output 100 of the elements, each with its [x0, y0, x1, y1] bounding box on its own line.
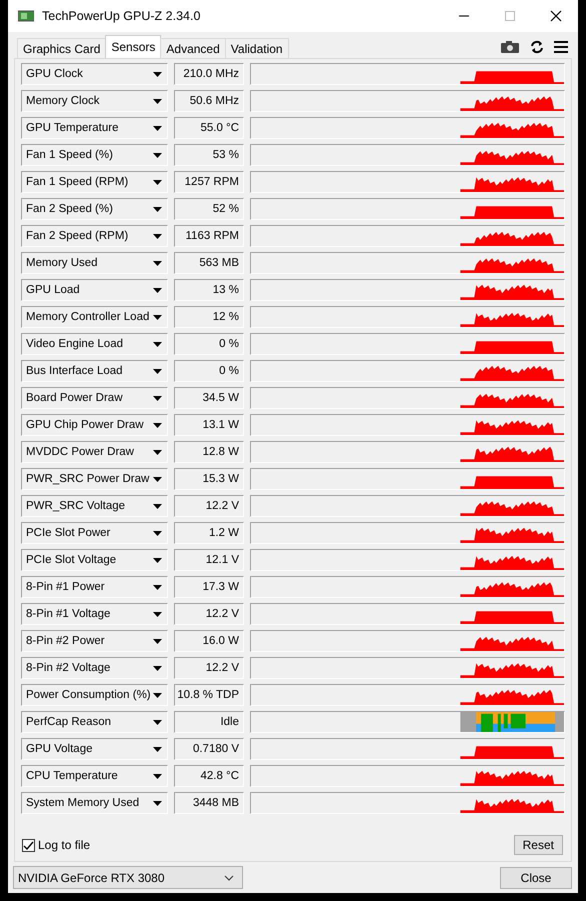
checkbox[interactable]	[22, 838, 35, 852]
sensor-value: 12 %	[174, 306, 244, 328]
sensor-dropdown[interactable]: PerfCap Reason	[21, 711, 168, 733]
sensor-value: 0 %	[174, 333, 244, 355]
caret-icon	[153, 314, 162, 320]
caret-icon	[153, 476, 162, 482]
sensor-dropdown[interactable]: PWR_SRC Voltage	[21, 495, 168, 517]
caret-icon	[153, 666, 162, 670]
sensor-value: 16.0 W	[174, 630, 244, 652]
caret-icon	[153, 720, 162, 724]
sensor-dropdown[interactable]: 8-Pin #2 Power	[21, 630, 168, 652]
sensor-value: 12.2 V	[174, 495, 244, 517]
sensor-dropdown[interactable]: Memory Clock	[21, 90, 168, 112]
caret-icon	[153, 180, 162, 184]
sensor-value: 34.5 W	[174, 387, 244, 409]
sensor-value: 55.0 °C	[174, 117, 244, 139]
sensor-dropdown[interactable]: PWR_SRC Power Draw	[21, 468, 168, 490]
caret-icon	[153, 396, 162, 400]
sensor-dropdown[interactable]: Bus Interface Load	[21, 360, 168, 382]
sensor-dropdown[interactable]: Board Power Draw	[21, 387, 168, 409]
tab[interactable]: Graphics Card	[17, 38, 106, 58]
menu-icon[interactable]	[554, 41, 568, 53]
close-icon[interactable]	[550, 10, 562, 22]
sensor-value: 1163 RPM	[174, 225, 244, 247]
sensor-dropdown[interactable]: GPU Load	[21, 279, 168, 301]
graphics-card-icon	[18, 10, 34, 22]
sensor-value: 563 MB	[174, 252, 244, 274]
sensor-value: 52 %	[174, 198, 244, 220]
sensor-dropdown[interactable]: GPU Chip Power Draw	[21, 414, 168, 436]
tab[interactable]: Advanced	[160, 38, 226, 58]
sensor-dropdown[interactable]: 8-Pin #1 Power	[21, 576, 168, 598]
caret-icon	[153, 612, 162, 616]
caret-icon	[153, 98, 162, 104]
sensor-value: 12.2 V	[174, 603, 244, 625]
sensor-dropdown[interactable]: Memory Controller Load	[21, 306, 168, 328]
camera-icon[interactable]	[500, 40, 520, 54]
sensor-value: 13.1 W	[174, 414, 244, 436]
log-to-file-checkbox[interactable]: Log to file	[22, 838, 90, 852]
sensor-dropdown[interactable]: CPU Temperature	[21, 765, 168, 787]
tab[interactable]: Sensors	[105, 35, 162, 58]
sensor-value: 210.0 MHz	[174, 63, 244, 85]
caret-icon	[153, 530, 162, 536]
sensor-dropdown[interactable]: Fan 2 Speed (%)	[21, 198, 168, 220]
sensor-value: 53 %	[174, 144, 244, 166]
chevron-icon	[224, 874, 234, 880]
sensor-value: 1257 RPM	[174, 171, 244, 193]
window-title: TechPowerUp GPU-Z 2.34.0	[42, 9, 202, 23]
sensor-dropdown[interactable]: Power Consumption (%)	[21, 684, 168, 706]
sensor-value: 12.2 V	[174, 657, 244, 679]
caret-icon	[153, 584, 162, 590]
sensor-dropdown[interactable]: Video Engine Load	[21, 333, 168, 355]
caret-icon	[153, 638, 162, 644]
caret-icon	[153, 450, 162, 454]
caret-icon	[153, 260, 162, 266]
caret-icon	[153, 126, 162, 130]
caret-icon	[153, 152, 162, 158]
sensor-value: 50.6 MHz	[174, 90, 244, 112]
sensor-value: Idle	[174, 711, 244, 733]
sensor-value: 3448 MB	[174, 792, 244, 814]
sensor-value: 15.3 W	[174, 468, 244, 490]
sensor-dropdown[interactable]: System Memory Used	[21, 792, 168, 814]
sensor-dropdown[interactable]: GPU Clock	[21, 63, 168, 85]
sensor-dropdown[interactable]: PCIe Slot Power	[21, 522, 168, 544]
refresh-icon[interactable]	[530, 40, 544, 54]
sensor-dropdown[interactable]: Fan 2 Speed (RPM)	[21, 225, 168, 247]
caret-icon	[153, 342, 162, 346]
sensor-value: 17.3 W	[174, 576, 244, 598]
sensor-dropdown[interactable]: GPU Voltage	[21, 738, 168, 760]
sensor-value: 12.8 W	[174, 441, 244, 463]
close-button[interactable]: Close	[500, 866, 572, 888]
caret-icon	[153, 800, 162, 806]
caret-icon	[153, 422, 162, 428]
caret-icon	[153, 72, 162, 76]
sensor-value: 12.1 V	[174, 549, 244, 571]
caret-icon	[153, 692, 162, 698]
sensor-dropdown[interactable]: MVDDC Power Draw	[21, 441, 168, 463]
sensor-value: 10.8 % TDP	[174, 684, 244, 706]
sensor-value: 0.7180 V	[174, 738, 244, 760]
sensor-dropdown[interactable]: Memory Used	[21, 252, 168, 274]
caret-icon	[153, 504, 162, 508]
sensor-value: 1.2 W	[174, 522, 244, 544]
reset-button[interactable]: Reset	[514, 835, 563, 855]
caret-icon	[153, 746, 162, 752]
gpu-dropdown[interactable]: NVIDIA GeForce RTX 3080	[13, 866, 243, 889]
caret-icon	[153, 368, 162, 374]
sensor-dropdown[interactable]: Fan 1 Speed (RPM)	[21, 171, 168, 193]
sensor-value: 0 %	[174, 360, 244, 382]
caret-icon	[153, 288, 162, 292]
caret-icon	[153, 206, 162, 212]
sensor-dropdown[interactable]: Fan 1 Speed (%)	[21, 144, 168, 166]
sensor-dropdown[interactable]: PCIe Slot Voltage	[21, 549, 168, 571]
caret-icon	[153, 774, 162, 778]
sensor-value: 13 %	[174, 279, 244, 301]
sensor-dropdown[interactable]: GPU Temperature	[21, 117, 168, 139]
sensor-dropdown[interactable]: 8-Pin #1 Voltage	[21, 603, 168, 625]
checkbox-label: Log to file	[38, 838, 90, 852]
tab[interactable]: Validation	[224, 38, 289, 58]
caret-icon	[153, 234, 162, 238]
sensor-value: 42.8 °C	[174, 765, 244, 787]
sensor-dropdown[interactable]: 8-Pin #2 Voltage	[21, 657, 168, 679]
